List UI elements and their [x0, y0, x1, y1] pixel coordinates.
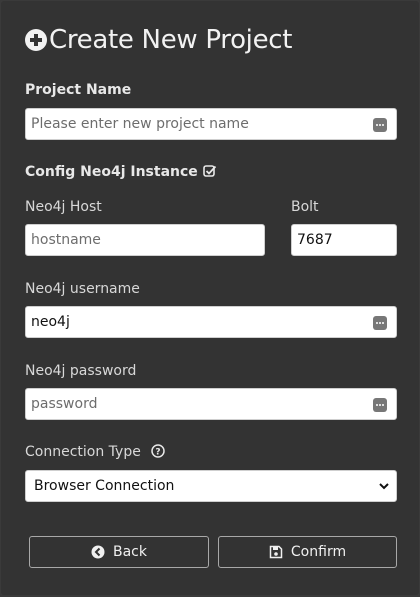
keyboard-icon[interactable]	[373, 316, 387, 330]
save-icon	[269, 545, 283, 559]
svg-text:?: ?	[155, 448, 160, 458]
neo4j-username-label: Neo4j username	[25, 281, 140, 297]
neo4j-password-label: Neo4j password	[25, 363, 137, 379]
connection-type-label: Connection Type ?	[25, 444, 165, 460]
project-name-field	[25, 108, 397, 140]
neo4j-host-label: Neo4j Host	[25, 199, 102, 215]
config-neo4j-label[interactable]: Config Neo4j Instance	[25, 164, 217, 180]
checkbox-checked-icon[interactable]	[202, 164, 217, 178]
connection-type-select[interactable]: Browser Connection	[25, 470, 397, 502]
confirm-button[interactable]: Confirm	[218, 536, 397, 568]
back-arrow-circle-icon	[91, 545, 105, 559]
back-button[interactable]: Back	[29, 536, 209, 568]
keyboard-icon[interactable]	[373, 398, 387, 412]
neo4j-password-input[interactable]	[26, 389, 396, 419]
project-name-label: Project Name	[25, 82, 132, 98]
connection-type-text: Connection Type	[25, 444, 141, 460]
bolt-port-input[interactable]	[292, 225, 396, 255]
connection-type-value: Browser Connection	[34, 478, 175, 494]
plus-circle-icon	[25, 29, 47, 51]
help-icon[interactable]: ?	[151, 444, 165, 458]
neo4j-host-input[interactable]	[26, 225, 264, 255]
bolt-label: Bolt	[291, 199, 319, 215]
dialog-title-text: Create New Project	[49, 25, 293, 55]
keyboard-icon[interactable]	[373, 118, 387, 132]
dialog-title: Create New Project	[25, 25, 292, 55]
neo4j-username-input[interactable]	[26, 307, 396, 337]
bolt-field	[291, 224, 397, 256]
neo4j-username-field	[25, 306, 397, 338]
confirm-button-label: Confirm	[290, 544, 347, 560]
project-name-input[interactable]	[26, 109, 396, 139]
neo4j-host-field	[25, 224, 265, 256]
back-button-label: Back	[113, 544, 147, 560]
create-project-dialog: Create New Project Project Name Config N…	[1, 1, 419, 595]
neo4j-password-field	[25, 388, 397, 420]
chevron-down-icon	[379, 483, 389, 490]
config-neo4j-text: Config Neo4j Instance	[25, 164, 198, 180]
